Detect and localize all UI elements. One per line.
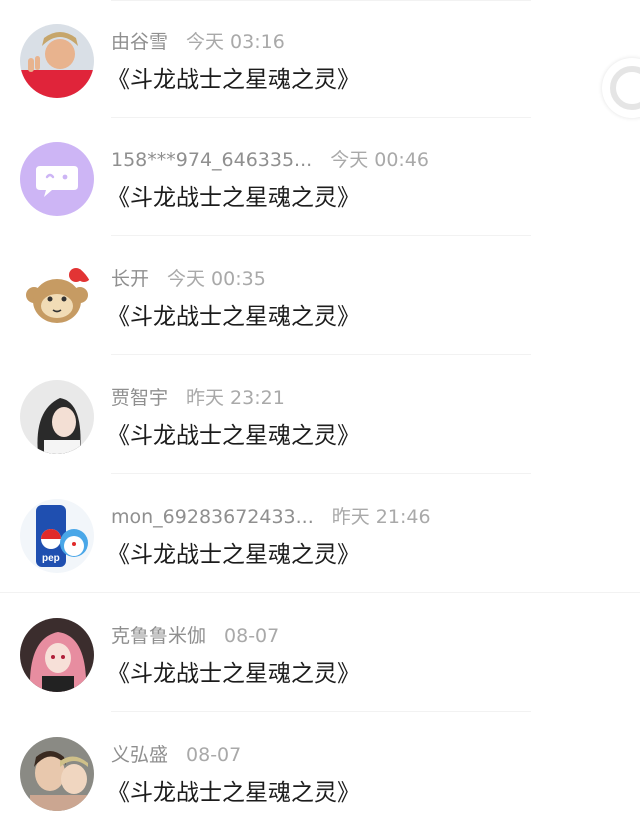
timestamp: 今天 03:16 bbox=[186, 31, 285, 53]
comment-text: 《斗龙战士之星魂之灵》 bbox=[107, 185, 360, 211]
username[interactable]: 158***974_646335... bbox=[111, 149, 312, 171]
anime-avatar-icon[interactable] bbox=[20, 618, 94, 692]
comment-text: 《斗龙战士之星魂之灵》 bbox=[107, 423, 360, 449]
comment-meta: 义弘盛 08-07 bbox=[111, 741, 241, 769]
username[interactable]: 贾智宇 bbox=[111, 387, 168, 409]
divider bbox=[111, 473, 531, 474]
refresh-icon bbox=[610, 66, 640, 110]
username[interactable]: 长开 bbox=[111, 268, 149, 290]
comment-meta: 克鲁鲁米伽 08-07 bbox=[111, 622, 279, 650]
comment-row[interactable]: 158***974_646335... 今天 00:46 《斗龙战士之星魂之灵》 bbox=[0, 118, 640, 236]
comment-list: 由谷雪 今天 03:16 《斗龙战士之星魂之灵》 158***974_646335… bbox=[0, 0, 640, 840]
timestamp: 今天 00:46 bbox=[330, 149, 429, 171]
username[interactable]: 义弘盛 bbox=[111, 744, 168, 766]
comment-text: 《斗龙战士之星魂之灵》 bbox=[107, 67, 360, 93]
comment-meta: 长开 今天 00:35 bbox=[111, 265, 266, 293]
timestamp: 今天 00:35 bbox=[167, 268, 266, 290]
comment-meta: 贾智宇 昨天 23:21 bbox=[111, 384, 285, 412]
pepsi-doraemon-avatar-icon[interactable]: pep bbox=[20, 499, 94, 573]
comment-row[interactable]: 贾智宇 昨天 23:21 《斗龙战士之星魂之灵》 bbox=[0, 356, 640, 474]
username[interactable]: 克鲁鲁米伽 bbox=[111, 625, 206, 647]
comment-meta: 由谷雪 今天 03:16 bbox=[111, 28, 285, 56]
username[interactable]: mon_69283672433... bbox=[111, 506, 314, 528]
username[interactable]: 由谷雪 bbox=[111, 31, 168, 53]
comment-text: 《斗龙战士之星魂之灵》 bbox=[107, 542, 360, 568]
photo-avatar-icon[interactable] bbox=[20, 737, 94, 811]
timestamp: 08-07 bbox=[224, 625, 280, 647]
divider bbox=[111, 711, 531, 712]
comment-meta: mon_69283672433... 昨天 21:46 bbox=[111, 503, 431, 531]
divider bbox=[111, 235, 531, 236]
divider bbox=[0, 592, 640, 593]
photo-avatar-icon[interactable] bbox=[20, 380, 94, 454]
photo-avatar-icon[interactable] bbox=[20, 24, 94, 98]
comment-text: 《斗龙战士之星魂之灵》 bbox=[107, 304, 360, 330]
comment-row[interactable]: 长开 今天 00:35 《斗龙战士之星魂之灵》 bbox=[0, 237, 640, 355]
svg-text:pep: pep bbox=[42, 553, 60, 564]
timestamp: 昨天 23:21 bbox=[186, 387, 285, 409]
chat-bubble-avatar-icon[interactable] bbox=[20, 142, 94, 216]
comment-row[interactable]: 由谷雪 今天 03:16 《斗龙战士之星魂之灵》 bbox=[0, 0, 640, 118]
comment-row[interactable]: 义弘盛 08-07 《斗龙战士之星魂之灵》 bbox=[0, 713, 640, 831]
timestamp: 08-07 bbox=[186, 744, 242, 766]
comment-text: 《斗龙战士之星魂之灵》 bbox=[107, 780, 360, 806]
comment-row[interactable]: pep mon_69283672433... 昨天 21:46 《斗龙战士之星魂之… bbox=[0, 475, 640, 593]
comment-meta: 158***974_646335... 今天 00:46 bbox=[111, 146, 429, 174]
cartoon-monkey-avatar-icon[interactable] bbox=[20, 261, 94, 335]
divider bbox=[111, 354, 531, 355]
comment-row[interactable]: 克鲁鲁米伽 08-07 《斗龙战士之星魂之灵》 bbox=[0, 594, 640, 712]
timestamp: 昨天 21:46 bbox=[331, 506, 431, 528]
comment-text: 《斗龙战士之星魂之灵》 bbox=[107, 661, 360, 687]
